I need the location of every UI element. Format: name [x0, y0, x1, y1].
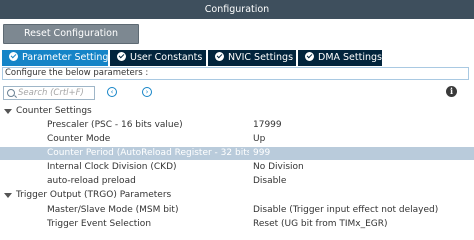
- param-name: auto-reload preload: [47, 176, 136, 186]
- tab-label: NVIC Settings: [228, 52, 294, 63]
- param-row-trigger-event-selection[interactable]: Trigger Event Selection Reset (UG bit fr…: [0, 218, 474, 231]
- check-circle-icon: [117, 52, 126, 61]
- tab-parameter-settings[interactable]: Parameter Settings: [2, 50, 113, 66]
- param-value[interactable]: Disable: [253, 175, 286, 188]
- search-box[interactable]: [3, 86, 95, 100]
- info-icon[interactable]: i: [446, 86, 457, 97]
- next-match-icon[interactable]: ›: [142, 87, 152, 97]
- param-name: Trigger Event Selection: [47, 219, 152, 229]
- group-counter-settings[interactable]: Counter Settings: [0, 105, 474, 118]
- tab-label: Parameter Settings: [22, 52, 114, 63]
- param-row-auto-reload-preload[interactable]: auto-reload preload Disable: [0, 175, 474, 188]
- tab-label: DMA Settings: [318, 52, 382, 63]
- param-name: Master/Slave Mode (MSM bit): [47, 205, 179, 215]
- configure-instructions: Configure the below parameters :: [2, 67, 469, 80]
- param-value[interactable]: Reset (UG bit from TIMx_EGR): [253, 218, 388, 231]
- group-label: Counter Settings: [16, 106, 92, 116]
- param-row-clock-division[interactable]: Internal Clock Division (CKD) No Divisio…: [0, 161, 474, 174]
- check-circle-icon: [305, 52, 314, 61]
- search-input[interactable]: [18, 87, 94, 99]
- check-circle-icon: [215, 52, 224, 61]
- tab-label: User Constants: [130, 52, 203, 63]
- group-label: Trigger Output (TRGO) Parameters: [16, 190, 172, 200]
- previous-match-icon[interactable]: ‹: [107, 87, 117, 97]
- param-name: Internal Clock Division (CKD): [47, 162, 177, 172]
- param-row-counter-period[interactable]: Counter Period (AutoReload Register - 32…: [0, 147, 474, 160]
- param-value[interactable]: 999: [253, 147, 270, 160]
- reset-configuration-button[interactable]: Reset Configuration: [3, 24, 139, 44]
- tab-dma-settings[interactable]: DMA Settings: [298, 50, 382, 66]
- collapse-arrow-icon[interactable]: [4, 193, 12, 198]
- tab-user-constants[interactable]: User Constants: [110, 50, 206, 66]
- param-name: Counter Period (AutoReload Register - 32…: [47, 148, 249, 158]
- tab-nvic-settings[interactable]: NVIC Settings: [208, 50, 296, 66]
- param-value[interactable]: Disable (Trigger input effect not delaye…: [253, 204, 438, 217]
- search-icon: [7, 89, 15, 97]
- param-value[interactable]: 17999: [253, 119, 282, 132]
- param-row-counter-mode[interactable]: Counter Mode Up: [0, 133, 474, 146]
- param-value[interactable]: No Division: [253, 161, 304, 174]
- param-row-prescaler[interactable]: Prescaler (PSC - 16 bits value) 17999: [0, 119, 474, 132]
- group-trgo-parameters[interactable]: Trigger Output (TRGO) Parameters: [0, 189, 474, 202]
- check-circle-icon: [9, 52, 18, 61]
- param-name: Counter Mode: [47, 134, 111, 144]
- param-name: Prescaler (PSC - 16 bits value): [47, 120, 183, 130]
- param-row-master-slave-mode[interactable]: Master/Slave Mode (MSM bit) Disable (Tri…: [0, 204, 474, 217]
- param-value[interactable]: Up: [253, 133, 265, 146]
- collapse-arrow-icon[interactable]: [4, 109, 12, 114]
- window-title: Configuration: [0, 0, 474, 19]
